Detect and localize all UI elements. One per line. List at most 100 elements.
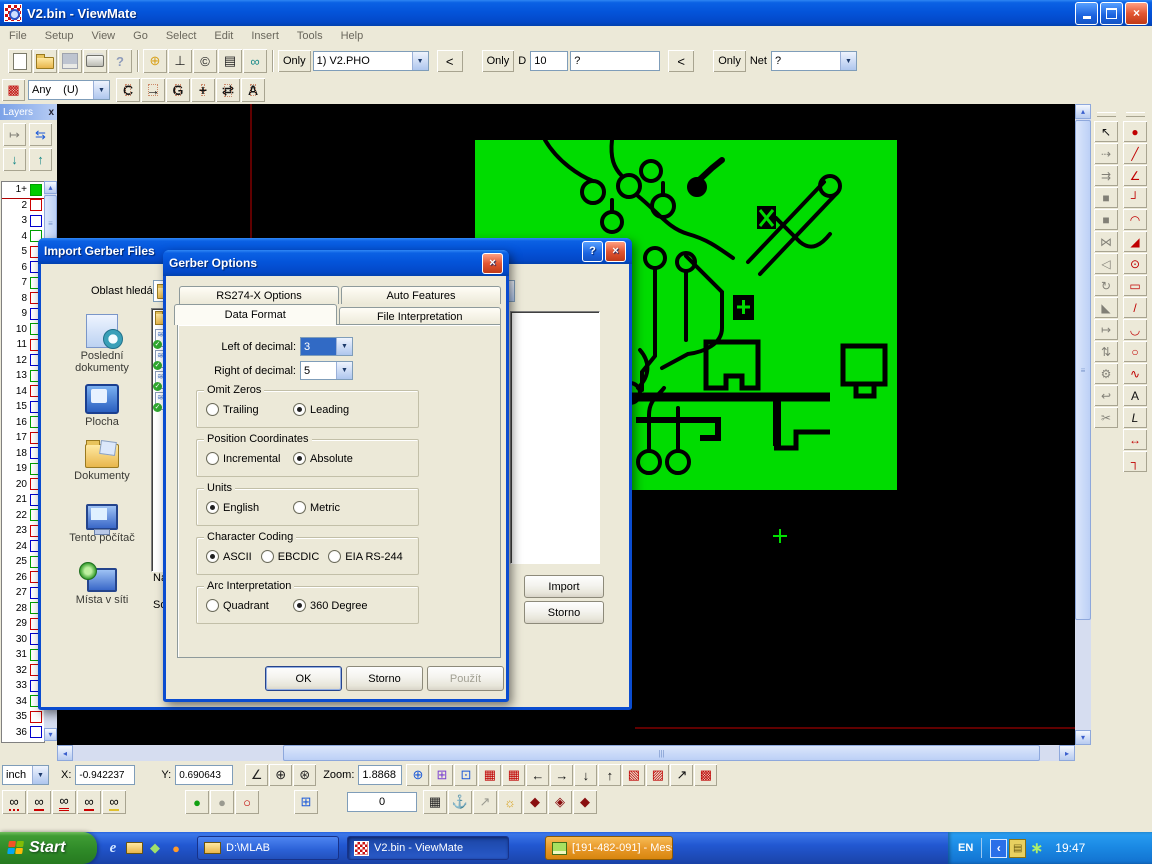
layer-color-swatch[interactable] [30, 726, 42, 738]
layers-tool-button[interactable]: ↓ [3, 148, 26, 171]
dialog-tab[interactable]: Data Format [174, 304, 337, 325]
net-combo[interactable]: ? ▼ [771, 51, 857, 71]
restore-button[interactable] [1100, 2, 1123, 25]
only-dcode-button[interactable]: Only [482, 50, 515, 72]
view-mode-button[interactable]: ∞ [2, 790, 26, 814]
status-tool-button[interactable]: ↑ [598, 764, 621, 786]
dialog-tab[interactable]: Auto Features [341, 286, 501, 304]
status-tool-button[interactable]: ⊛ [293, 764, 316, 786]
toolbar-button[interactable]: ∞ [243, 49, 267, 73]
status-tool-button[interactable]: ↓ [574, 764, 597, 786]
radio-icon[interactable] [206, 599, 219, 612]
chevron-down-icon[interactable]: ▼ [93, 81, 109, 99]
status-tool-button[interactable]: ◆ [523, 790, 547, 814]
tool-button[interactable]: ↖ [1094, 121, 1118, 142]
toolbar-button[interactable]: ⊕ [143, 49, 167, 73]
status-tool-button[interactable]: ▧ [622, 764, 645, 786]
dcode-input[interactable]: 10 [530, 51, 568, 71]
toolbar-button[interactable] [58, 49, 82, 73]
status-tool-button[interactable]: ☼ [498, 790, 522, 814]
toolbar-button[interactable] [83, 49, 107, 73]
tool-button[interactable]: ⊙ [1123, 253, 1147, 274]
tool-button[interactable]: ■ [1094, 187, 1118, 208]
tool-button[interactable]: ◢ [1123, 231, 1147, 252]
toolbar-button[interactable] [8, 49, 32, 73]
close-panel-icon[interactable]: x [48, 107, 54, 118]
tool-button[interactable]: ⇢ [1094, 143, 1118, 164]
tool-button[interactable]: / [1123, 297, 1147, 318]
tool-button[interactable]: ▭ [1123, 275, 1147, 296]
chevron-down-icon[interactable]: ▼ [412, 52, 428, 70]
view-mode-button[interactable]: ∞ [27, 790, 51, 814]
toolbar-button[interactable]: C [116, 78, 140, 102]
cancel-button[interactable]: Storno [346, 666, 423, 691]
language-indicator[interactable]: EN [958, 842, 973, 854]
tool-button[interactable]: ┐ [1123, 451, 1147, 472]
radio-option[interactable]: Leading [293, 403, 380, 416]
menu-item[interactable]: Insert [242, 28, 288, 44]
only-net-button[interactable]: Only [713, 50, 746, 72]
selection-grid-icon[interactable]: ▩ [2, 79, 25, 101]
view-mode-button[interactable]: ∞ [102, 790, 126, 814]
toolbar-button[interactable]: + [191, 78, 215, 102]
tool-button[interactable]: ● [1123, 121, 1147, 142]
radio-icon[interactable] [206, 403, 219, 416]
view-mode-button[interactable]: ∞ [52, 790, 76, 814]
tool-button[interactable]: ∿ [1123, 363, 1147, 384]
close-button[interactable]: × [482, 253, 503, 274]
tool-button[interactable]: L [1123, 407, 1147, 428]
layers-tool-button[interactable]: ⇆ [29, 123, 52, 146]
quick-launch-icon[interactable]: e [104, 839, 122, 857]
layer-color-swatch[interactable] [30, 215, 42, 227]
status-tool-button[interactable]: → [550, 764, 573, 786]
tray-icon[interactable]: ‹ [990, 840, 1007, 857]
places-bar-item[interactable]: Tento počítač [56, 504, 148, 544]
radio-option[interactable]: 360 Degree [293, 599, 380, 612]
status-tool-button[interactable]: ← [526, 764, 549, 786]
toolbar-button[interactable]: A [241, 78, 265, 102]
tool-button[interactable]: A [1123, 385, 1147, 406]
tool-button[interactable]: ◁ [1094, 253, 1118, 274]
tool-button[interactable]: ○ [1123, 341, 1147, 362]
status-tool-button[interactable]: ↗ [670, 764, 693, 786]
layer-row[interactable]: 2 [2, 198, 44, 214]
status-tool-button[interactable]: ∠ [245, 764, 268, 786]
units-combo[interactable]: inch ▼ [2, 765, 49, 785]
taskbar-task-alert[interactable]: [191-482-091] - Mess... [545, 836, 673, 860]
menu-item[interactable]: Setup [36, 28, 83, 44]
toolbar-button[interactable]: © [193, 49, 217, 73]
menu-item[interactable]: Select [157, 28, 206, 44]
zoom-value-field[interactable]: 1.8868 [358, 765, 402, 785]
places-bar-item[interactable]: Plocha [56, 384, 148, 428]
tool-button[interactable]: ↦ [1094, 319, 1118, 340]
status-tool-button[interactable]: ⊡ [454, 764, 477, 786]
only-layer-button[interactable]: Only [278, 50, 311, 72]
status-tool-button[interactable]: ▩ [694, 764, 717, 786]
chevron-down-icon[interactable]: ▼ [336, 362, 352, 379]
cancel-button[interactable]: Storno [524, 601, 604, 624]
layer-color-swatch[interactable] [30, 184, 42, 196]
start-button[interactable]: Start [0, 832, 97, 864]
status-tool-button[interactable]: ▦ [502, 764, 525, 786]
radio-icon[interactable] [293, 599, 306, 612]
menu-item[interactable]: File [0, 28, 36, 44]
places-bar-item[interactable]: Dokumenty [56, 444, 148, 482]
apply-button[interactable]: Použít [427, 666, 504, 691]
radio-option[interactable]: Incremental [206, 452, 293, 465]
radio-icon[interactable] [293, 452, 306, 465]
previous-layer-button[interactable]: < [437, 50, 463, 72]
scroll-up-icon[interactable]: ▴ [1075, 104, 1091, 119]
toolbar-button[interactable]: ⊥ [168, 49, 192, 73]
menu-item[interactable]: View [82, 28, 124, 44]
radio-option[interactable]: EBCDIC [261, 550, 320, 563]
radio-icon[interactable] [293, 501, 306, 514]
tool-button[interactable]: ╱ [1123, 143, 1147, 164]
tool-button[interactable]: ■ [1094, 209, 1118, 230]
toolbar-button[interactable]: ? [108, 49, 132, 73]
tool-button[interactable]: ↩ [1094, 385, 1118, 406]
dialog-tab[interactable]: RS274-X Options [179, 286, 339, 304]
status-tool-button[interactable]: ▨ [646, 764, 669, 786]
tool-button[interactable]: ◠ [1123, 209, 1147, 230]
tray-icon[interactable]: ▤ [1009, 840, 1026, 857]
tool-button[interactable]: ◣ [1094, 297, 1118, 318]
